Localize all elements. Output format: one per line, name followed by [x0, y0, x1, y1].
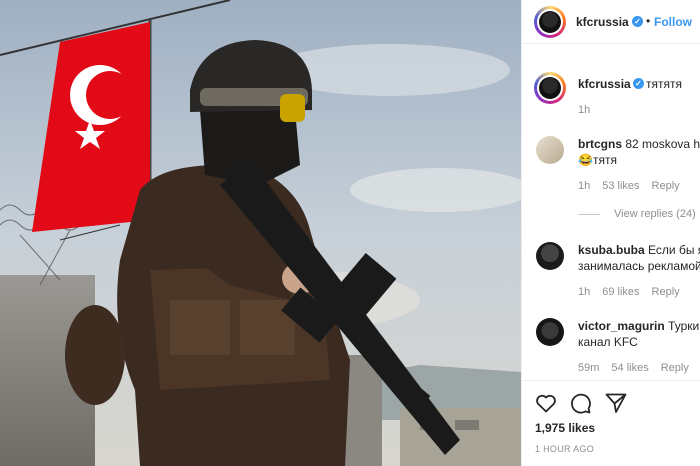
comment-icon[interactable] [568, 391, 592, 415]
comment-body: brtcgns 82 moskova ha 😂тятя [578, 136, 700, 168]
comment-likes[interactable]: 69 likes [602, 286, 639, 298]
comment-username[interactable]: victor_magurin [578, 319, 665, 333]
comment-avatar[interactable] [536, 318, 564, 346]
author-avatar[interactable] [534, 6, 566, 38]
reply-button[interactable]: Reply [661, 362, 689, 374]
comment-meta: 59m 54 likes Reply [578, 362, 700, 374]
comment-time[interactable]: 1h [578, 286, 590, 298]
separator-dot: • [646, 14, 651, 28]
comment-avatar[interactable] [536, 136, 564, 164]
comment-time[interactable]: 59m [578, 362, 599, 374]
author-username[interactable]: kfcrussia [576, 15, 629, 29]
verified-badge-icon: ✓ [632, 16, 643, 27]
likes-count[interactable]: 1,975 likes [535, 421, 595, 435]
comment-likes[interactable]: 53 likes [602, 180, 639, 192]
post-photo[interactable] [0, 0, 521, 466]
comment-avatar[interactable] [536, 242, 564, 270]
comment-text: Турки [668, 319, 700, 333]
view-replies-label: View replies (24) [614, 208, 696, 220]
comment-time[interactable]: 1h [578, 180, 590, 192]
replies-divider [578, 213, 600, 215]
comment-text: 82 moskova ha [625, 137, 700, 151]
post-side-panel: kfcrussia ✓ • Follow kfcrussia ✓ тятятя … [521, 0, 700, 466]
comment-username[interactable]: brtcgns [578, 137, 622, 151]
post-timestamp[interactable]: 1 HOUR AGO [535, 444, 594, 454]
comment-text-line2: канал KFC [578, 335, 638, 349]
follow-button[interactable]: Follow [654, 15, 692, 29]
caption-time[interactable]: 1h [578, 104, 590, 116]
comment-body: ksuba.buba Если бы я занималась рекламой [578, 242, 700, 274]
comment-username[interactable]: ksuba.buba [578, 243, 645, 257]
comment-text: Если бы я [648, 243, 700, 257]
caption-username[interactable]: kfcrussia [578, 77, 631, 91]
reply-button[interactable]: Reply [652, 286, 680, 298]
comment-likes[interactable]: 54 likes [611, 362, 648, 374]
post-actions: 1,975 likes 1 HOUR AGO [522, 380, 700, 466]
post-header: kfcrussia ✓ • Follow [522, 0, 700, 44]
caption-text: тятятя [646, 77, 682, 91]
soldier-with-flag-image [0, 0, 521, 466]
reply-button[interactable]: Reply [652, 180, 680, 192]
comment-text-line2: тятя [592, 153, 617, 167]
view-replies-button[interactable]: View replies (24) [578, 208, 696, 220]
laughing-emoji-icon: 😂 [578, 153, 593, 167]
share-icon[interactable] [604, 391, 628, 415]
comment-meta: 1h 53 likes Reply [578, 180, 692, 192]
comment-body: victor_magurin Турки канал KFC [578, 318, 700, 350]
heart-icon[interactable] [534, 391, 558, 415]
comment-meta: 1h 69 likes Reply [578, 286, 692, 298]
verified-badge-icon: ✓ [633, 78, 644, 89]
comment-text-line2: занималась рекламой [578, 259, 700, 273]
caption-avatar[interactable] [534, 72, 566, 104]
